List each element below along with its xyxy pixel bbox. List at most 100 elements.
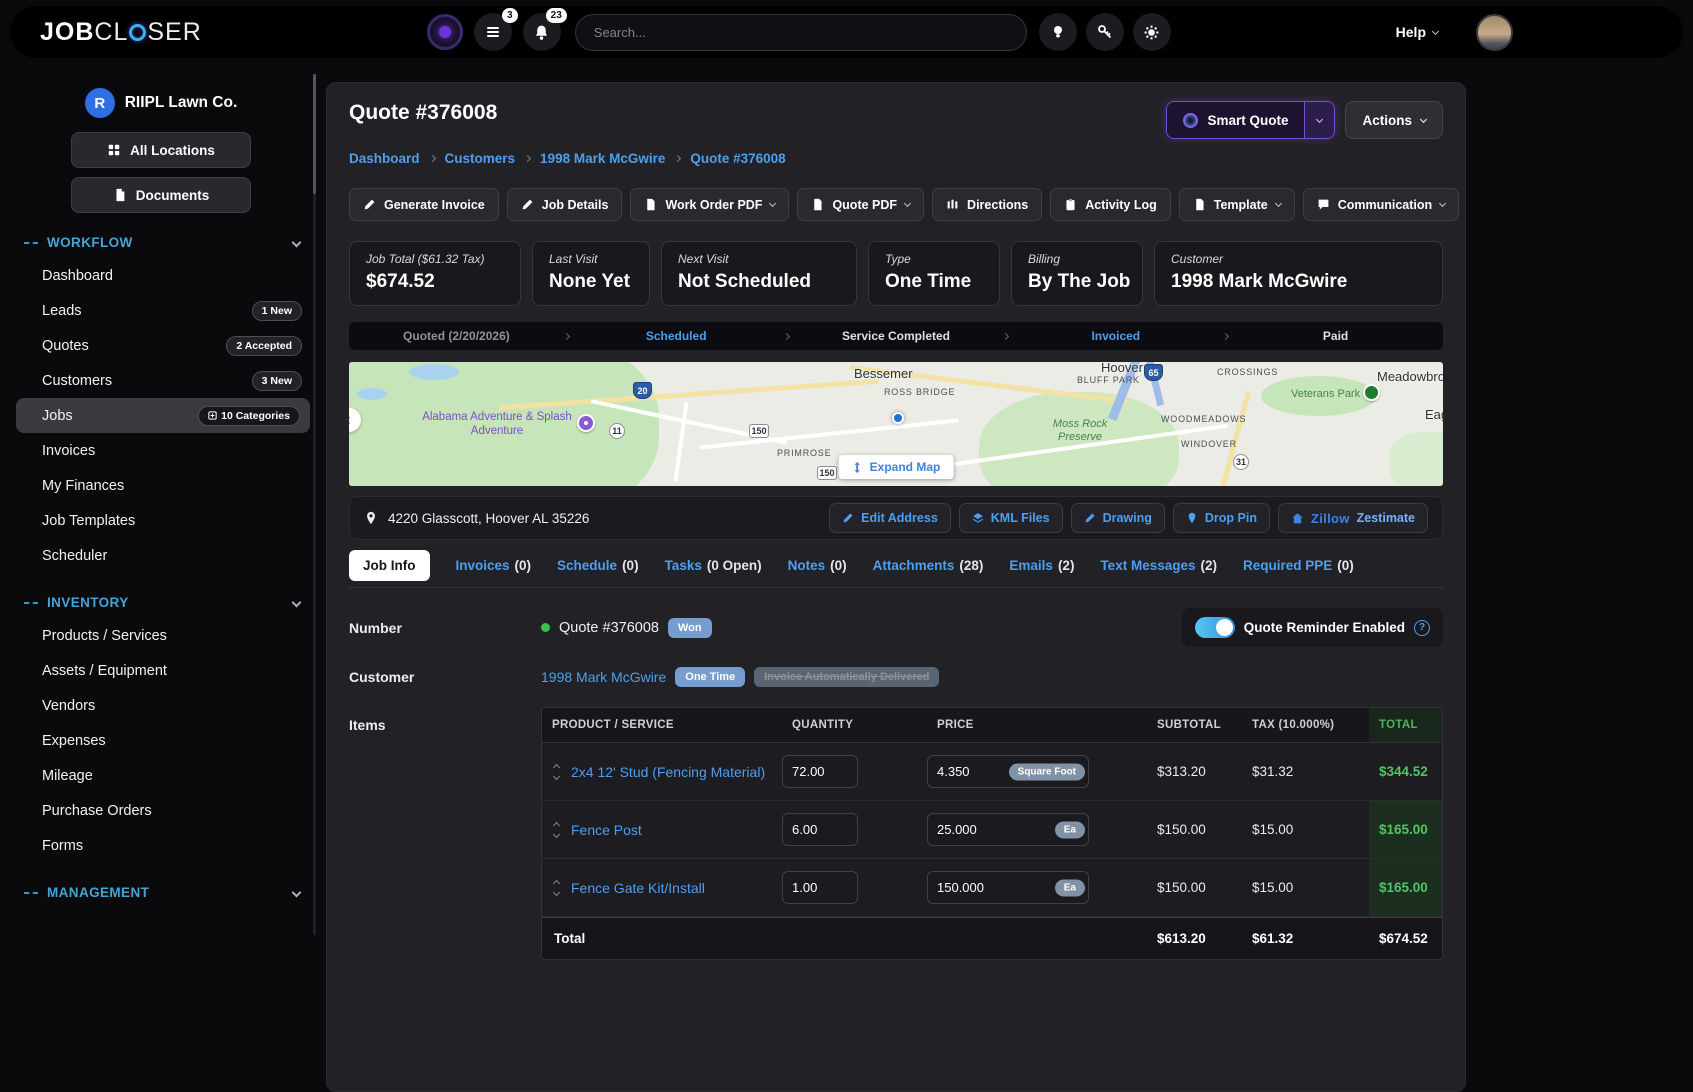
job-location-marker[interactable] <box>892 412 904 424</box>
step-invoiced[interactable]: Invoiced <box>1008 329 1223 343</box>
status-ring-button[interactable] <box>427 14 463 50</box>
template-button[interactable]: Template <box>1179 188 1295 221</box>
list-icon <box>485 24 501 40</box>
user-avatar[interactable] <box>1476 14 1513 51</box>
smart-quote-button[interactable]: Smart Quote <box>1167 102 1304 138</box>
sidebar-item-jobs[interactable]: Jobs 10 Categories <box>16 398 310 433</box>
notifications-button[interactable]: 23 <box>523 13 561 51</box>
sidebar-item-quotes[interactable]: Quotes2 Accepted <box>0 328 322 363</box>
sidebar-item-forms[interactable]: Forms <box>0 828 322 863</box>
tab-text-messages[interactable]: Text Messages(2) <box>1100 558 1217 573</box>
actions-button[interactable]: Actions <box>1345 101 1443 139</box>
quote-pdf-button[interactable]: Quote PDF <box>797 188 924 221</box>
sidebar-scrollbar-track[interactable] <box>313 74 316 935</box>
section-inventory[interactable]: INVENTORY <box>24 595 300 610</box>
settings-button[interactable] <box>1133 13 1171 51</box>
section-workflow[interactable]: WORKFLOW <box>24 235 300 250</box>
stat-label: Billing <box>1028 252 1126 266</box>
sidebar-item-expenses[interactable]: Expenses <box>0 723 322 758</box>
drawing-button[interactable]: Drawing <box>1071 503 1165 533</box>
chevron-down-icon <box>1275 200 1282 207</box>
quote-reminder-toggle[interactable] <box>1195 617 1235 638</box>
status-stepper: Quoted (2/20/2026) Scheduled Service Com… <box>349 322 1443 350</box>
keys-button[interactable] <box>1086 13 1124 51</box>
status-dot-icon <box>541 623 550 632</box>
zillow-zestimate-button[interactable]: Zillow Zestimate <box>1278 503 1428 533</box>
work-order-pdf-button[interactable]: Work Order PDF <box>630 188 789 221</box>
search-input[interactable] <box>575 14 1027 51</box>
chevron-right-icon <box>674 155 681 162</box>
number-row: Number Quote #376008 Won Quote Reminder … <box>349 608 1443 647</box>
job-details-button[interactable]: Job Details <box>507 188 623 221</box>
document-icon <box>1193 198 1206 211</box>
help-menu[interactable]: Help <box>1396 24 1438 40</box>
address-text: 4220 Glasscott, Hoover AL 35226 <box>388 511 589 526</box>
chevron-left-icon <box>349 416 353 423</box>
sidebar-item-mileage[interactable]: Mileage <box>0 758 322 793</box>
sidebar-scrollbar-thumb[interactable] <box>313 74 316 194</box>
quantity-input[interactable] <box>782 755 858 788</box>
product-link[interactable]: 2x4 12' Stud (Fencing Material) <box>571 764 765 780</box>
sidebar-item-job-templates[interactable]: Job Templates <box>0 503 322 538</box>
stat-label: Customer <box>1171 252 1426 266</box>
map[interactable]: Bessemer ROSS BRIDGE BLUFF PARK Hoover C… <box>349 362 1443 486</box>
ideas-button[interactable] <box>1039 13 1077 51</box>
tab-emails[interactable]: Emails(2) <box>1009 558 1074 573</box>
kml-files-button[interactable]: KML Files <box>959 503 1063 533</box>
sidebar-item-customers[interactable]: Customers3 New <box>0 363 322 398</box>
reorder-handle[interactable] <box>554 765 559 779</box>
sidebar-item-label: My Finances <box>42 478 124 494</box>
reorder-handle[interactable] <box>554 823 559 837</box>
breadcrumb-customers[interactable]: Customers <box>445 151 516 166</box>
smart-quote-dropdown-button[interactable] <box>1304 102 1334 138</box>
tab-job-info[interactable]: Job Info <box>349 550 430 581</box>
sidebar-item-purchase-orders[interactable]: Purchase Orders <box>0 793 322 828</box>
section-management[interactable]: MANAGEMENT <box>24 885 300 900</box>
directions-button[interactable]: Directions <box>932 188 1042 221</box>
tab-schedule[interactable]: Schedule(0) <box>557 558 639 573</box>
tab-required-ppe[interactable]: Required PPE(0) <box>1243 558 1354 573</box>
sidebar-item-my-finances[interactable]: My Finances <box>0 468 322 503</box>
tab-attachments[interactable]: Attachments(28) <box>873 558 984 573</box>
quantity-input[interactable] <box>782 813 858 846</box>
product-link[interactable]: Fence Post <box>571 822 642 838</box>
sidebar-item-vendors[interactable]: Vendors <box>0 688 322 723</box>
tab-invoices[interactable]: Invoices(0) <box>456 558 532 573</box>
breadcrumb-dashboard[interactable]: Dashboard <box>349 151 420 166</box>
drawing-label: Drawing <box>1103 511 1152 525</box>
chevron-down-icon <box>553 830 560 837</box>
all-locations-button[interactable]: All Locations <box>71 132 251 168</box>
documents-button[interactable]: Documents <box>71 177 251 213</box>
step-quoted[interactable]: Quoted (2/20/2026) <box>349 329 564 343</box>
breadcrumb-quote[interactable]: Quote #376008 <box>690 151 785 166</box>
breadcrumb-customer-name[interactable]: 1998 Mark McGwire <box>540 151 665 166</box>
edit-address-button[interactable]: Edit Address <box>829 503 951 533</box>
step-paid[interactable]: Paid <box>1228 329 1443 343</box>
expand-map-button[interactable]: Expand Map <box>839 455 954 479</box>
tab-notes[interactable]: Notes(0) <box>788 558 847 573</box>
activity-log-button[interactable]: Activity Log <box>1050 188 1171 221</box>
sidebar-item-scheduler[interactable]: Scheduler <box>0 538 322 573</box>
quantity-input[interactable] <box>782 871 858 904</box>
sidebar-item-products-services[interactable]: Products / Services <box>0 618 322 653</box>
tax-value: $31.32 <box>1242 764 1369 779</box>
sidebar-item-leads[interactable]: Leads1 New <box>0 293 322 328</box>
generate-invoice-label: Generate Invoice <box>384 198 485 212</box>
reorder-handle[interactable] <box>554 881 559 895</box>
sidebar-item-invoices[interactable]: Invoices <box>0 433 322 468</box>
sidebar-item-dashboard[interactable]: Dashboard <box>0 258 322 293</box>
customer-link[interactable]: 1998 Mark McGwire <box>541 669 666 685</box>
product-link[interactable]: Fence Gate Kit/Install <box>571 880 705 896</box>
map-green-area <box>1389 432 1443 486</box>
company-row[interactable]: R RIIPL Lawn Co. <box>0 88 322 118</box>
step-service-completed[interactable]: Service Completed <box>789 329 1004 343</box>
sidebar-item-assets-equipment[interactable]: Assets / Equipment <box>0 653 322 688</box>
breadcrumb: Dashboard Customers 1998 Mark McGwire Qu… <box>349 151 1443 166</box>
help-question-icon[interactable]: ? <box>1414 620 1430 636</box>
generate-invoice-button[interactable]: Generate Invoice <box>349 188 499 221</box>
step-scheduled[interactable]: Scheduled <box>569 329 784 343</box>
queue-button[interactable]: 3 <box>474 13 512 51</box>
drop-pin-button[interactable]: Drop Pin <box>1173 503 1270 533</box>
communication-button[interactable]: Communication <box>1303 188 1459 221</box>
tab-tasks[interactable]: Tasks(0 Open) <box>665 558 762 573</box>
